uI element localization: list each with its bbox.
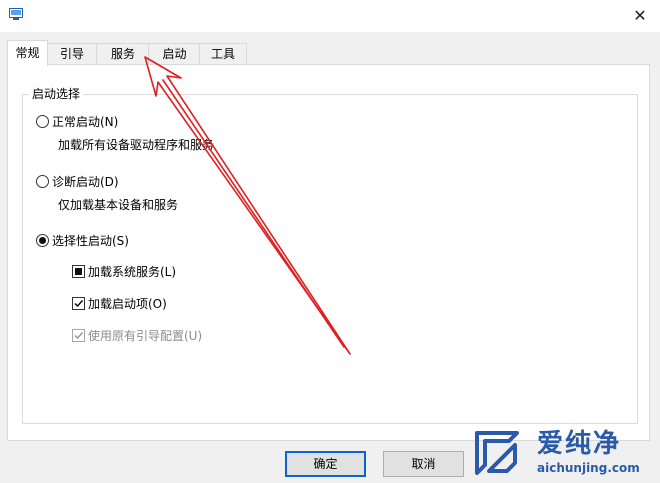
watermark-name: 爱纯净 [537, 429, 622, 459]
watermark-logo-icon [475, 431, 519, 475]
watermark-url: aichunjing.com [537, 461, 640, 475]
watermark: 爱纯净 aichunjing.com [467, 426, 660, 483]
annotation-arrow [144, 56, 351, 355]
